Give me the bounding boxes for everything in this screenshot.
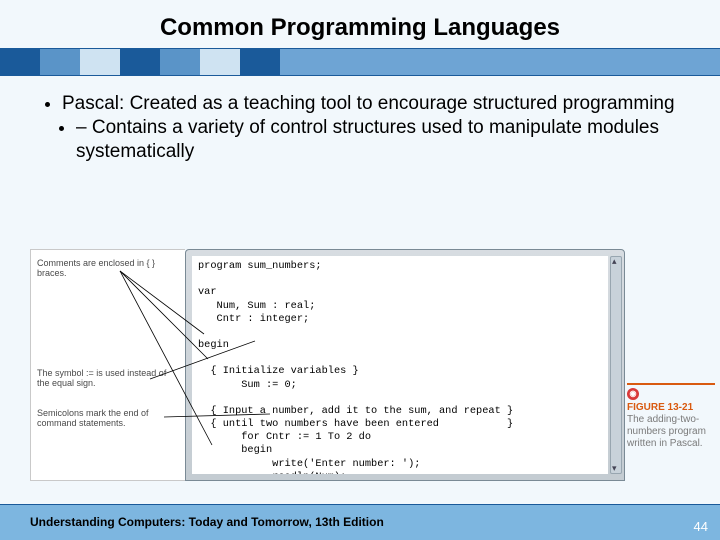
decorative-strip xyxy=(0,48,720,76)
figure-caption: ◉ FIGURE 13-21 The adding-two-numbers pr… xyxy=(627,383,715,450)
footer-text: Understanding Computers: Today and Tomor… xyxy=(30,515,384,529)
footer-bar: Understanding Computers: Today and Tomor… xyxy=(0,504,720,540)
bullet-main-text: Pascal: Created as a teaching tool to en… xyxy=(62,93,675,114)
page-number: 44 xyxy=(694,519,708,534)
slide-title-bar: Common Programming Languages xyxy=(0,0,720,48)
caption-text: The adding-two-numbers program written i… xyxy=(627,414,706,449)
bullet-sub-text: Contains a variety of control structures… xyxy=(76,117,659,162)
scrollbar[interactable] xyxy=(610,256,622,474)
bullet-sub: Contains a variety of control structures… xyxy=(76,116,690,164)
annotation-semicolon: Semicolons mark the end of command state… xyxy=(37,408,177,429)
code-window: program sum_numbers; var Num, Sum : real… xyxy=(185,249,625,481)
slide-title: Common Programming Languages xyxy=(160,14,560,41)
annotation-panel: Comments are enclosed in { } braces. The… xyxy=(30,249,185,481)
caption-icon: ◉ xyxy=(627,388,639,400)
caption-label: FIGURE 13-21 xyxy=(627,402,693,413)
content-area: Pascal: Created as a teaching tool to en… xyxy=(0,76,720,163)
bullet-main: Pascal: Created as a teaching tool to en… xyxy=(62,92,690,163)
pascal-code: program sum_numbers; var Num, Sum : real… xyxy=(192,256,608,474)
annotation-comments: Comments are enclosed in { } braces. xyxy=(37,258,177,279)
annotation-assign: The symbol := is used instead of the equ… xyxy=(37,368,177,389)
figure-wrap: Comments are enclosed in { } braces. The… xyxy=(30,249,625,481)
